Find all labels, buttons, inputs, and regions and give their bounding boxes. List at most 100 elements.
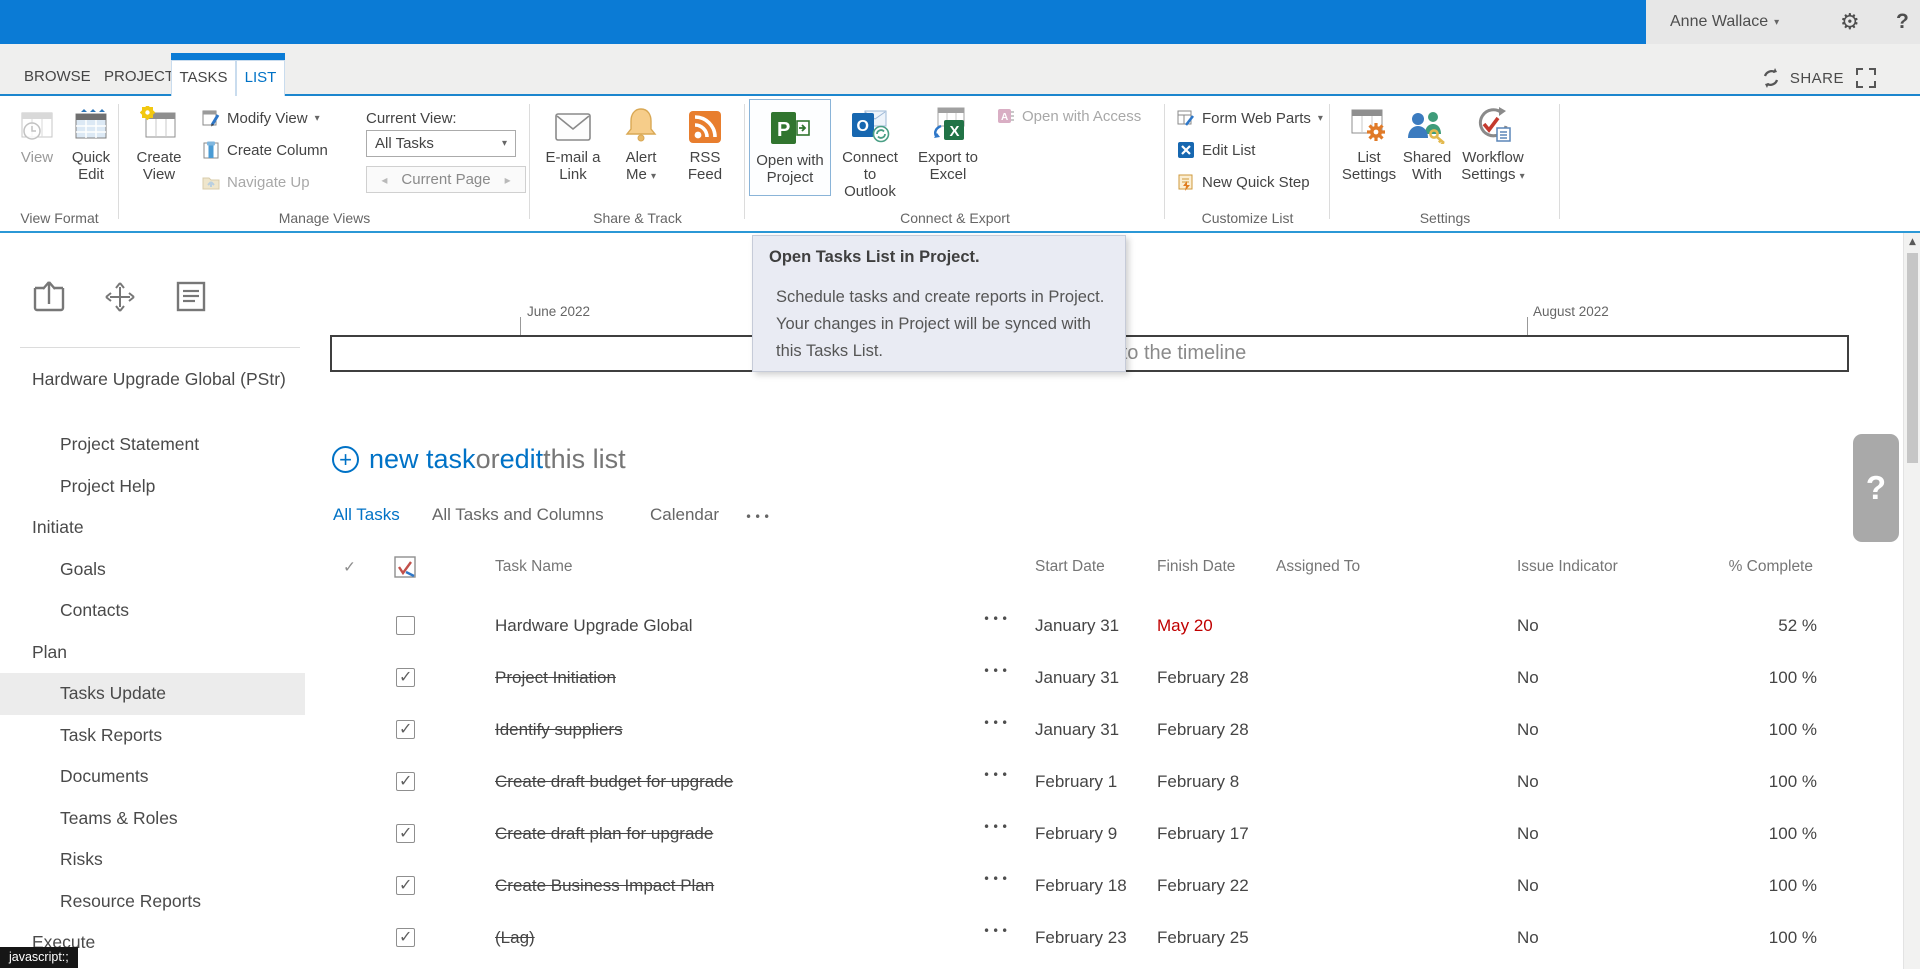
browser-status-bar: javascript:; [0,947,78,968]
header-task-name[interactable]: Task Name [495,558,573,576]
page-navigator[interactable]: ◂ Current Page ▸ [366,166,526,193]
issue-indicator-cell: No [1517,928,1539,948]
header-percent-complete[interactable]: % Complete [1690,558,1813,576]
sidebar-item-plan[interactable]: Plan [0,632,305,674]
completed-column-header-icon[interactable] [394,556,417,579]
previous-page-icon[interactable]: ◂ [381,173,387,187]
percent-complete-cell: 100 % [1690,928,1817,948]
bell-icon [623,100,659,144]
task-checkbox[interactable] [396,616,415,635]
task-checkbox[interactable] [396,876,415,895]
row-menu-ellipsis[interactable]: ••• [983,872,1010,886]
sidebar-item-contacts[interactable]: Contacts [0,590,305,632]
vertical-scrollbar[interactable]: ▲ [1903,233,1920,969]
list-settings-button[interactable]: ListSettings [1336,100,1402,183]
edit-list-link[interactable]: edit [500,444,544,475]
view-link-calendar[interactable]: Calendar [650,505,719,525]
help-panel-button[interactable]: ? [1853,434,1899,542]
sidebar-item-goals[interactable]: Goals [0,549,305,591]
task-name[interactable]: Create draft budget for upgrade [495,772,733,792]
create-view-button[interactable]: CreateView [126,100,192,183]
view-link-all-tasks[interactable]: All Tasks [333,505,400,525]
export-to-excel-button[interactable]: X Export toExcel [915,100,981,183]
start-date-cell: January 31 [1035,616,1119,636]
sidebar-item-tasks-update[interactable]: Tasks Update [0,673,305,715]
more-views-ellipsis[interactable]: ••• [745,510,772,524]
header-finish-date[interactable]: Finish Date [1157,558,1235,576]
row-menu-ellipsis[interactable]: ••• [983,716,1010,730]
sidebar-item-resource-reports[interactable]: Resource Reports [0,881,305,923]
focus-on-content-button[interactable] [1854,66,1878,90]
header-issue-indicator[interactable]: Issue Indicator [1517,558,1618,576]
rss-feed-button[interactable]: RSSFeed [672,100,738,183]
sidebar-item-teams-roles[interactable]: Teams & Roles [0,798,305,840]
settings-gear-button[interactable]: ⚙ [1840,0,1860,44]
sidebar-item-project-statement[interactable]: Project Statement [0,424,305,466]
alert-me-button[interactable]: AlertMe ▾ [608,100,674,185]
pan-move-button[interactable] [101,277,139,317]
row-menu-ellipsis[interactable]: ••• [983,924,1010,938]
task-checkbox[interactable] [396,772,415,791]
task-checkbox[interactable] [396,824,415,843]
sidebar-item-risks[interactable]: Risks [0,839,305,881]
task-name[interactable]: Hardware Upgrade Global [495,616,693,636]
shared-with-button[interactable]: SharedWith [1394,100,1460,183]
task-checkbox[interactable] [396,668,415,687]
tab-tasks[interactable]: TASKS [171,60,236,97]
open-with-access-button[interactable]: A Open with Access [997,104,1141,128]
new-task-link[interactable]: new task [369,444,476,475]
percent-complete-cell: 100 % [1690,876,1817,896]
share-label: SHARE [1790,70,1844,87]
email-link-button[interactable]: E-mail aLink [540,100,606,183]
create-column-button[interactable]: Create Column [202,138,328,162]
header-start-date[interactable]: Start Date [1035,558,1105,576]
row-menu-ellipsis[interactable]: ••• [983,820,1010,834]
user-menu[interactable]: Anne Wallace ▾ [1670,0,1779,44]
sidebar-item-project-help[interactable]: Project Help [0,466,305,508]
open-with-project-button[interactable]: P Open withProject [749,99,831,196]
select-all-checkmark-icon[interactable]: ✓ [343,558,356,576]
view-link-all-tasks-and-columns[interactable]: All Tasks and Columns [432,505,604,525]
task-name[interactable]: Create draft plan for upgrade [495,824,713,844]
share-button[interactable]: SHARE [1760,67,1844,89]
promote-up-button[interactable] [30,277,68,317]
navigate-up-button[interactable]: Navigate Up [202,170,310,194]
new-task-plus-icon[interactable]: + [332,446,359,473]
sidebar-item-hardware-upgrade-global[interactable]: Hardware Upgrade Global (PStr) [0,360,290,424]
next-page-icon[interactable]: ▸ [505,173,511,187]
tab-project[interactable]: PROJECT [104,60,174,96]
start-date-cell: February 23 [1035,928,1127,948]
tab-browse[interactable]: BROWSE [24,60,91,96]
header-assigned-to[interactable]: Assigned To [1276,558,1360,576]
row-menu-ellipsis[interactable]: ••• [983,768,1010,782]
new-quick-step-button[interactable]: New Quick Step [1177,170,1310,194]
current-view-dropdown[interactable]: All Tasks ▾ [366,130,516,157]
scroll-up-arrow[interactable]: ▲ [1904,237,1920,247]
connect-to-outlook-button[interactable]: O Connect toOutlook [837,100,903,200]
contextual-tab-strip [171,53,285,60]
row-menu-ellipsis[interactable]: ••• [983,612,1010,626]
table-row: Identify suppliers ••• January 31 Februa… [330,708,1730,760]
tab-list-active[interactable]: LIST [236,60,285,97]
help-button[interactable]: ? [1896,0,1909,44]
sidebar-item-task-reports[interactable]: Task Reports [0,715,305,757]
chevron-down-icon: ▾ [315,113,320,124]
document-outline-button[interactable] [172,277,210,317]
task-name[interactable]: Identify suppliers [495,720,623,740]
sidebar-item-documents[interactable]: Documents [0,756,305,798]
edit-list-button[interactable]: Edit List [1177,138,1255,162]
row-menu-ellipsis[interactable]: ••• [983,664,1010,678]
sidebar-item-initiate[interactable]: Initiate [0,507,305,549]
scrollbar-thumb[interactable] [1907,253,1918,463]
workflow-settings-button[interactable]: WorkflowSettings ▾ [1456,100,1530,185]
form-web-parts-button[interactable]: Form Web Parts ▾ [1177,106,1323,130]
shared-with-icon [1407,100,1447,144]
task-name[interactable]: (Lag) [495,928,535,948]
modify-view-button[interactable]: Modify View ▾ [202,106,320,130]
task-checkbox[interactable] [396,928,415,947]
quick-edit-button[interactable]: QuickEdit [58,100,124,183]
task-name[interactable]: Create Business Impact Plan [495,876,714,896]
task-checkbox[interactable] [396,720,415,739]
table-row: Hardware Upgrade Global ••• January 31 M… [330,604,1730,656]
task-name[interactable]: Project Initiation [495,668,616,688]
